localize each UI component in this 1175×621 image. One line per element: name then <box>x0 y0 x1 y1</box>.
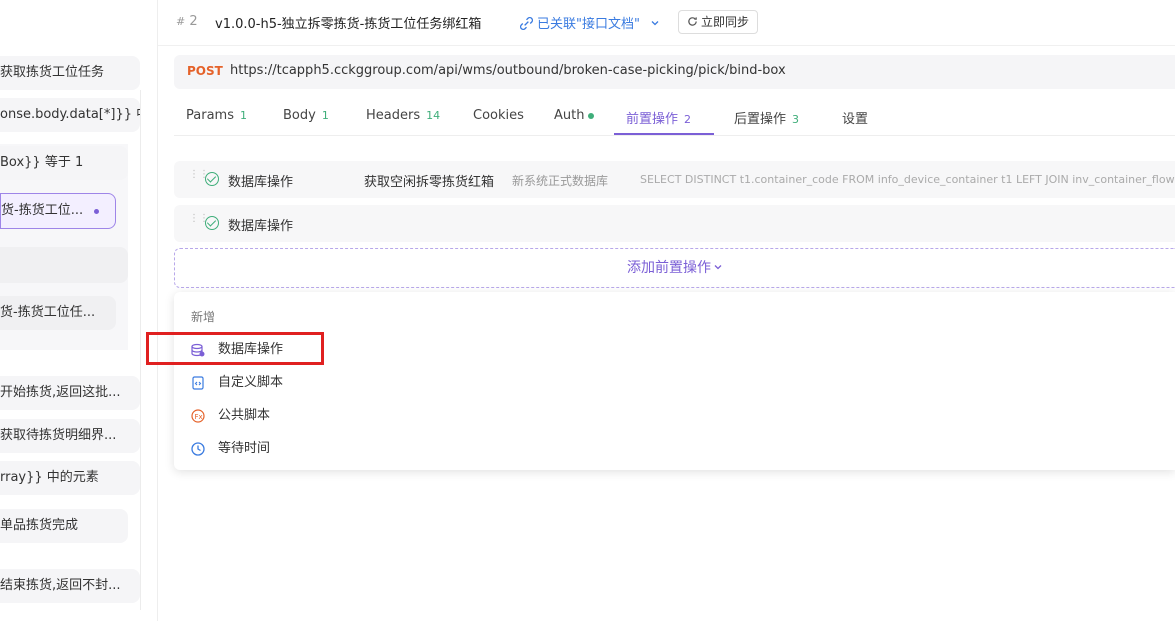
tab-pre-operations[interactable]: 前置操作 2 <box>626 108 691 127</box>
left-item[interactable]: 结束拣货,返回不封... <box>0 569 140 603</box>
tab-label: 后置操作 <box>734 112 787 127</box>
add-pre-op-label: 添加前置操作 <box>627 260 711 276</box>
request-title[interactable]: v1.0.0-h5-独立拆零拣货-拣货工位任务绑红箱 <box>215 13 481 32</box>
tab-count: 3 <box>792 113 800 126</box>
add-pre-op-menu: 新增 数据库操作 自定义脚本 Fx 公共脚本 等待时间 <box>174 292 1175 470</box>
function-icon: Fx <box>191 408 205 423</box>
left-item[interactable]: Box}} 等于 1 <box>0 146 128 180</box>
tab-label: 前置操作 <box>626 112 679 127</box>
pre-op-row[interactable]: ⋮⋮ 数据库操作 获取空闲拆零拣货红箱 新系统正式数据库 SELECT DIST… <box>174 161 1175 198</box>
left-item[interactable]: onse.body.data[*]}} 中 <box>0 98 140 132</box>
left-item-label: onse.body.data[*]}} 中 <box>0 107 140 122</box>
pre-op-type: 数据库操作 <box>228 175 294 190</box>
tab-headers[interactable]: Headers 14 <box>366 108 440 123</box>
pre-op-name: 获取空闲拆零拣货红箱 <box>364 175 495 190</box>
tab-body[interactable]: Body 1 <box>283 108 329 123</box>
chevron-down-icon <box>714 265 722 270</box>
left-item-label: 开始拣货,返回这批... <box>0 385 121 400</box>
menu-item-public-script[interactable]: Fx 公共脚本 <box>191 405 270 427</box>
request-url[interactable]: https://tcapph5.cckggroup.com/api/wms/ou… <box>230 63 786 78</box>
left-item[interactable]: 单品拣货完成 <box>0 509 128 543</box>
request-tabs: Params 1 Body 1 Headers 14 Cookies Auth 前置操… <box>174 96 1175 136</box>
auth-status-dot <box>588 112 595 119</box>
left-item[interactable]: 开始拣货,返回这批... <box>0 376 140 410</box>
left-item-label: 货-拣货工位任... <box>0 305 96 320</box>
drag-handle-icon[interactable]: ⋮⋮ <box>189 214 209 229</box>
menu-item-custom-script[interactable]: 自定义脚本 <box>191 372 283 394</box>
tab-post-operations[interactable]: 后置操作 3 <box>734 108 799 127</box>
pre-op-sql: SELECT DISTINCT t1.container_code FROM i… <box>640 173 1175 186</box>
hash-icon: # <box>176 15 186 28</box>
menu-item-label: 等待时间 <box>218 441 271 456</box>
menu-item-label: 自定义脚本 <box>218 375 284 390</box>
left-item-label: 获取待拣货明细界... <box>0 428 117 443</box>
tab-count: 2 <box>684 113 692 126</box>
chevron-down-icon <box>651 21 659 26</box>
linked-doc-label: 已关联"接口文档" <box>537 17 640 32</box>
refresh-icon <box>688 17 697 26</box>
highlight-box <box>146 332 324 365</box>
url-bar[interactable]: POST https://tcapph5.cckggroup.com/api/w… <box>174 55 1175 89</box>
left-item-label: 货-拣货工位... <box>1 203 84 218</box>
left-panel: 获取拣货工位任务 onse.body.data[*]}} 中 Box}} 等于 … <box>0 0 158 621</box>
menu-item-label: 公共脚本 <box>218 408 271 423</box>
tab-label: Auth <box>554 108 585 123</box>
menu-item-wait-time[interactable]: 等待时间 <box>191 438 270 460</box>
tab-label: Params <box>186 108 234 123</box>
check-circle-icon[interactable] <box>205 172 219 186</box>
left-item-empty[interactable] <box>0 247 128 283</box>
svg-text:Fx: Fx <box>195 413 203 421</box>
left-item-label: rray}} 中的元素 <box>0 470 99 485</box>
link-icon <box>519 16 534 31</box>
sync-button[interactable]: 立即同步 <box>678 10 759 34</box>
left-item-selected[interactable]: 货-拣货工位... <box>0 193 116 229</box>
tab-label: 设置 <box>842 112 869 127</box>
clock-icon <box>191 441 205 456</box>
script-icon <box>192 375 204 390</box>
tab-count: 1 <box>239 109 247 122</box>
tab-label: Headers <box>366 108 421 123</box>
tab-auth[interactable]: Auth <box>554 108 595 123</box>
menu-header: 新增 <box>191 310 216 324</box>
tab-count: 14 <box>426 109 441 122</box>
request-number: # 2 <box>176 14 198 29</box>
pre-op-database: 新系统正式数据库 <box>512 174 609 188</box>
left-item-label: Box}} 等于 1 <box>0 155 84 170</box>
left-item[interactable]: 获取待拣货明细界... <box>0 419 140 453</box>
tab-label: Body <box>283 108 316 123</box>
request-header: # 2 v1.0.0-h5-独立拆零拣货-拣货工位任务绑红箱 已关联"接口文档"… <box>158 0 1175 46</box>
tab-params[interactable]: Params 1 <box>186 108 247 123</box>
linked-doc-link[interactable]: 已关联"接口文档" <box>519 13 660 32</box>
tab-label: Cookies <box>473 108 524 123</box>
left-item-label: 单品拣货完成 <box>0 518 79 533</box>
unsaved-dot <box>94 209 99 214</box>
pre-op-row[interactable]: ⋮⋮ 数据库操作 <box>174 205 1175 242</box>
request-number-value: 2 <box>189 14 198 29</box>
tab-settings[interactable]: 设置 <box>842 108 868 127</box>
check-circle-icon[interactable] <box>205 216 219 230</box>
add-pre-op-button[interactable]: 添加前置操作 <box>174 248 1175 288</box>
http-method[interactable]: POST <box>187 64 223 78</box>
drag-handle-icon[interactable]: ⋮⋮ <box>189 170 209 185</box>
tab-cookies[interactable]: Cookies <box>473 108 524 123</box>
tree-guide-line <box>140 90 141 610</box>
pre-op-type: 数据库操作 <box>228 219 294 234</box>
left-item-label: 结束拣货,返回不封... <box>0 578 121 593</box>
active-tab-indicator <box>614 133 714 135</box>
left-item[interactable]: 获取拣货工位任务 <box>0 56 140 90</box>
left-item[interactable]: rray}} 中的元素 <box>0 461 140 495</box>
left-item-label: 获取拣货工位任务 <box>0 65 105 80</box>
left-item[interactable]: 货-拣货工位任... <box>0 296 116 330</box>
tab-count: 1 <box>321 109 329 122</box>
sync-label: 立即同步 <box>701 15 750 29</box>
